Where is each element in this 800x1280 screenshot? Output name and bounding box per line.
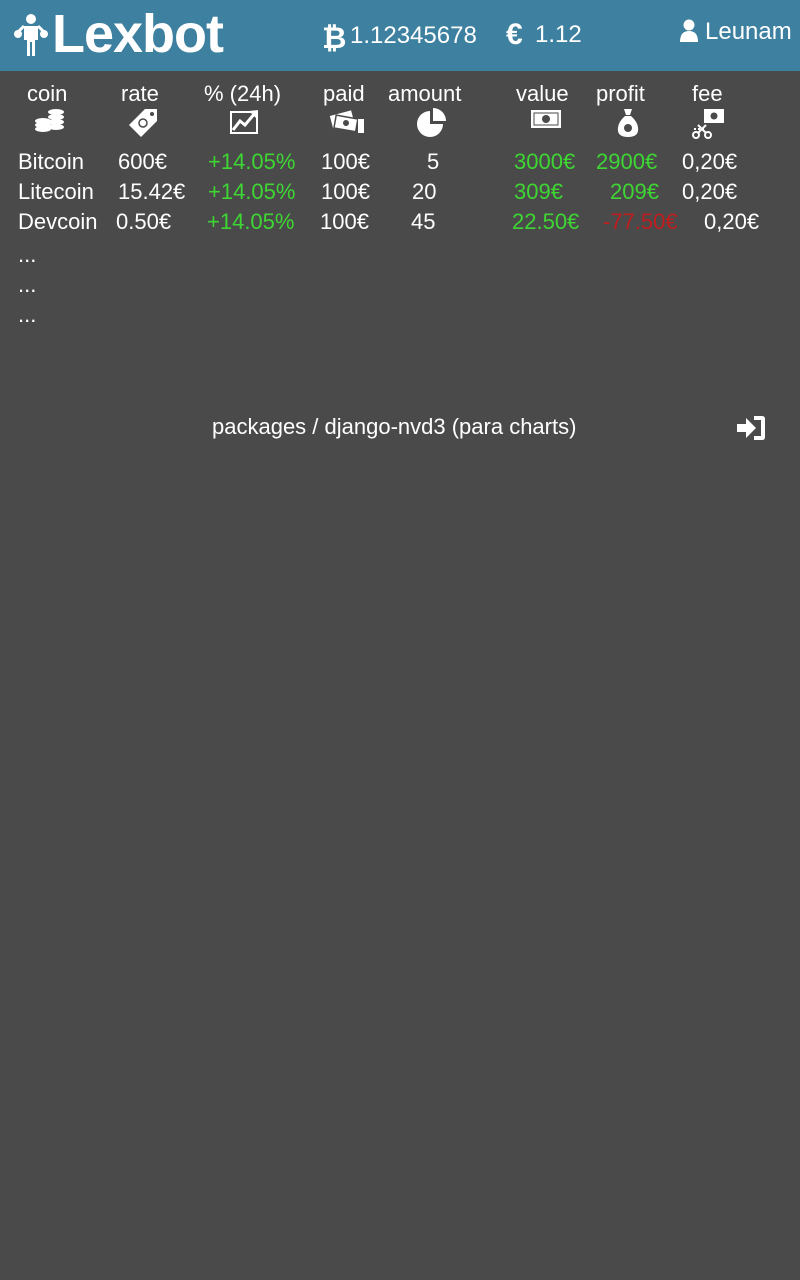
sign-in-icon[interactable] [736, 414, 766, 442]
cell-profit: -77.50€ [603, 209, 678, 234]
more-rows-ellipsis: ... [18, 302, 37, 327]
column-header-paid: paid [323, 81, 365, 106]
column-header-profit: profit [596, 81, 645, 106]
eur-balance: 1.12 [535, 21, 582, 48]
cell-rate: 0.50€ [116, 209, 172, 234]
column-header-value: value [516, 81, 569, 106]
cell-paid: 100€ [321, 149, 370, 174]
user-menu-name[interactable]: Leunam [705, 17, 792, 47]
cell-coin: Bitcoin [18, 149, 85, 174]
svg-text:₿: ₿ [322, 21, 346, 53]
packages-note: packages / django-nvd3 (para charts) [212, 414, 577, 439]
column-header-fee: fee [692, 81, 723, 106]
banknotes-hand-icon [329, 107, 365, 135]
pie-chart-icon [416, 107, 448, 137]
cell-change: +14.05% [208, 149, 296, 174]
user-icon[interactable] [679, 19, 699, 43]
btc-balance: 1.12345678 [350, 22, 477, 49]
column-header-amount: amount [388, 81, 462, 106]
cell-rate: 600€ [118, 149, 167, 174]
cell-fee: 0,20€ [682, 179, 738, 204]
money-bag-icon [616, 107, 640, 139]
cell-profit: 2900€ [596, 149, 658, 174]
more-rows-ellipsis: ... [18, 242, 37, 267]
cell-rate: 15.42€ [118, 179, 186, 204]
cell-fee: 0,20€ [682, 149, 738, 174]
euro-icon: € [506, 18, 523, 51]
bitcoin-icon: ₿ [322, 21, 346, 53]
cell-profit: 209€ [610, 179, 659, 204]
cell-paid: 100€ [320, 209, 369, 234]
banknote-icon [530, 107, 562, 131]
cell-value: 22.50€ [512, 209, 580, 234]
cell-amount: 20 [412, 179, 437, 204]
cell-amount: 5 [427, 149, 440, 174]
coins-stack-icon [34, 107, 66, 135]
trend-up-icon [230, 107, 260, 135]
man-with-money-bags-icon [14, 14, 48, 56]
column-header-coin: coin [27, 81, 68, 106]
cell-paid: 100€ [321, 179, 370, 204]
cell-value: 309€ [514, 179, 563, 204]
cell-value: 3000€ [514, 149, 576, 174]
price-tag-icon [127, 107, 159, 139]
top-bar: Lexbot ₿ 1.12345678 € 1.12 Leunam [0, 0, 800, 71]
column-header-rate: rate [121, 81, 159, 106]
cell-coin: Litecoin [18, 179, 94, 204]
cell-fee: 0,20€ [704, 209, 760, 234]
cell-coin: Devcoin [18, 209, 98, 234]
cell-change: +14.05% [208, 179, 296, 204]
column-header-change: % (24h) [204, 81, 282, 106]
cell-amount: 45 [411, 209, 436, 234]
scissors-banknote-icon [692, 107, 726, 139]
app-logo-text: Lexbot [52, 4, 224, 64]
cell-change: +14.05% [207, 209, 295, 234]
more-rows-ellipsis: ... [18, 272, 37, 297]
